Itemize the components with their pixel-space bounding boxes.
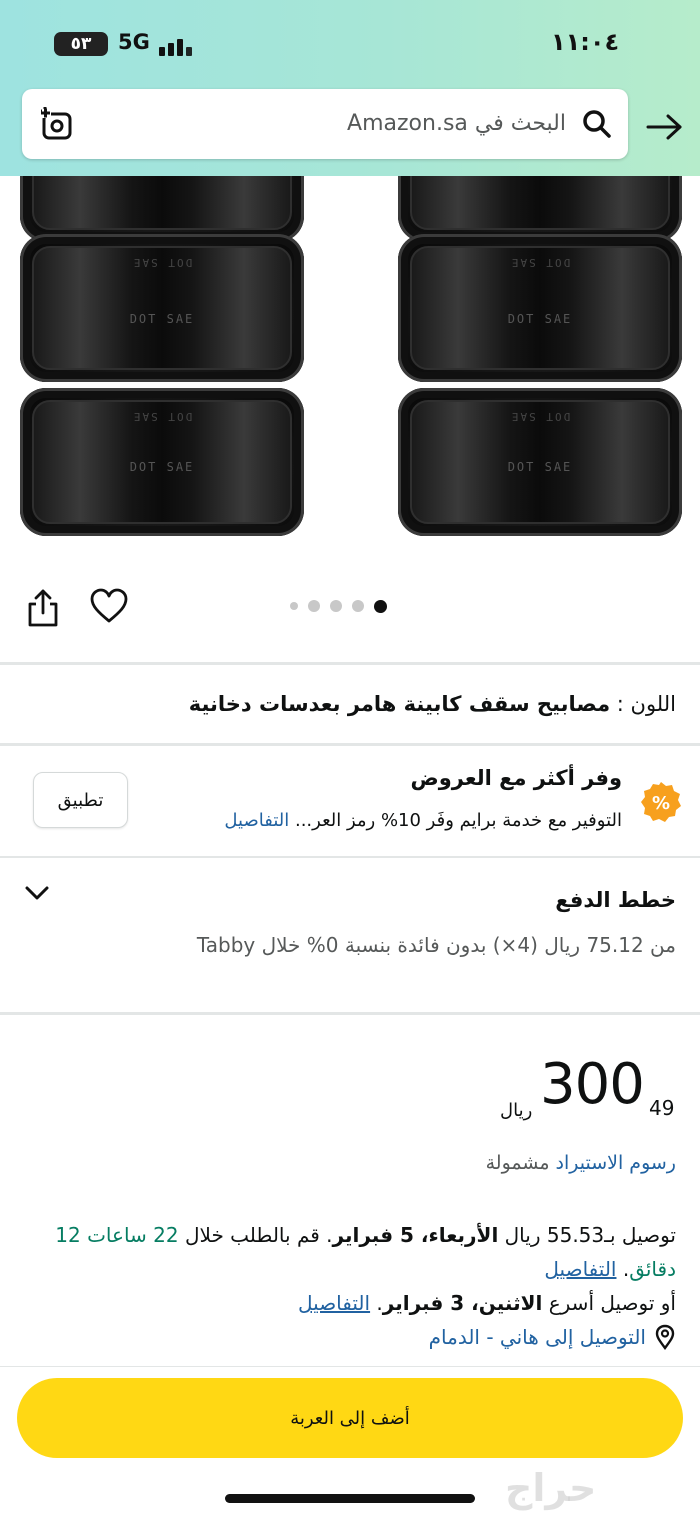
carousel-indicator — [290, 598, 387, 614]
carousel-dot[interactable] — [374, 599, 387, 613]
carousel-dot[interactable] — [352, 600, 364, 612]
status-bar: ٥٣ 5G ١١:٠٤ — [0, 22, 700, 62]
search-icon[interactable] — [580, 107, 614, 141]
price-whole: 300 — [540, 1052, 645, 1117]
home-indicator[interactable] — [225, 1494, 475, 1503]
delivery-details-link[interactable]: التفاصيل — [544, 1257, 616, 1281]
delivery-info: توصيل بـ55.53 ريال الأربعاء، 5 فبراير. ق… — [26, 1218, 676, 1360]
camera-search-icon[interactable] — [38, 105, 76, 143]
location-pin-icon — [655, 1324, 675, 1350]
lamp-marking: DOT SAE — [131, 256, 193, 269]
price-fraction: 49 — [649, 1096, 675, 1120]
payment-plans-section[interactable]: خطط الدفع من 75.12 ريال (4×) بدون فائدة … — [0, 858, 700, 1012]
divider — [0, 662, 700, 665]
lamp-marking: DOT SAE — [507, 460, 573, 474]
carousel-dot[interactable] — [308, 600, 320, 612]
status-time: ١١:٠٤ — [551, 28, 620, 56]
add-to-cart-button[interactable]: أضف إلى العربة — [17, 1378, 683, 1458]
import-fees: رسوم الاستيراد مشمولة — [486, 1152, 676, 1174]
delivery-order-within: . قم بالطلب خلال — [178, 1223, 333, 1247]
deliver-to-link[interactable]: التوصيل إلى هاني - الدمام — [429, 1320, 646, 1354]
lamp-image — [20, 176, 304, 242]
lamp-image — [398, 176, 682, 242]
divider — [0, 1366, 700, 1367]
share-icon[interactable] — [26, 588, 60, 628]
app-header: ٥٣ 5G ١١:٠٤ البحث في Amazon.sa — [0, 0, 700, 176]
delivery-separator: . — [370, 1291, 383, 1315]
search-placeholder: البحث في Amazon.sa — [347, 111, 566, 136]
lamp-marking: DOT SAE — [507, 312, 573, 326]
heart-icon[interactable] — [90, 588, 128, 624]
product-image-carousel[interactable]: DOT SAE DOT SAE DOT SAE DOT SAE DOT SAE … — [0, 176, 700, 566]
delivery-separator: . — [616, 1257, 630, 1281]
color-label: اللون : — [616, 692, 676, 716]
lamp-marking: DOT SAE — [509, 410, 571, 423]
fast-delivery-text: أو توصيل أسرع — [542, 1291, 676, 1315]
delivery-line-standard: توصيل بـ55.53 ريال الأربعاء، 5 فبراير. ق… — [26, 1218, 676, 1286]
chevron-down-icon[interactable] — [24, 884, 50, 902]
carousel-dot[interactable] — [290, 602, 298, 610]
offers-description-text: التوفير مع خدمة برايم وفَر 10% رمز العر.… — [294, 810, 622, 831]
lamp-marking: DOT SAE — [129, 312, 195, 326]
lamp-image: DOT SAE DOT SAE — [398, 234, 682, 382]
lamp-marking: DOT SAE — [131, 410, 193, 423]
carousel-dot[interactable] — [330, 600, 342, 612]
apply-offer-button[interactable]: تطبيق — [33, 772, 128, 828]
signal-icon — [159, 34, 197, 56]
watermark: حراج — [505, 1466, 597, 1510]
color-value: مصابيح سقف كابينة هامر بعدسات دخانية — [188, 692, 611, 716]
price-currency: ريال — [500, 1100, 533, 1121]
fast-delivery-details-link[interactable]: التفاصيل — [298, 1291, 370, 1315]
fast-delivery-date: الاثنين، 3 فبراير — [382, 1291, 543, 1315]
payment-plans-description: من 75.12 ريال (4×) بدون فائدة بنسبة 0% خ… — [196, 933, 676, 957]
delivery-line-fast: أو توصيل أسرع الاثنين، 3 فبراير. التفاصي… — [26, 1286, 676, 1320]
svg-text:%: % — [652, 793, 670, 814]
image-actions — [0, 566, 700, 662]
back-arrow-icon[interactable] — [644, 108, 684, 146]
deliver-to-row[interactable]: التوصيل إلى هاني - الدمام — [26, 1320, 676, 1360]
battery-indicator: ٥٣ — [54, 32, 108, 56]
delivery-price-text: توصيل بـ55.53 ريال — [498, 1223, 676, 1247]
offers-section: % وفر أكثر مع العروض التوفير مع خدمة برا… — [0, 746, 700, 856]
offers-title: وفر أكثر مع العروض — [410, 766, 623, 790]
network-type: 5G — [118, 30, 150, 54]
lamp-marking: DOT SAE — [509, 256, 571, 269]
import-fees-text: مشمولة — [485, 1152, 550, 1174]
lamp-marking: DOT SAE — [129, 460, 195, 474]
delivery-date: الأربعاء، 5 فبراير — [332, 1223, 499, 1247]
lamp-image: DOT SAE DOT SAE — [20, 234, 304, 382]
search-input[interactable]: البحث في Amazon.sa — [22, 89, 628, 159]
offers-details-link[interactable]: التفاصيل — [224, 810, 289, 831]
percent-badge-icon: % — [641, 782, 681, 822]
import-fees-link[interactable]: رسوم الاستيراد — [556, 1152, 676, 1174]
divider — [0, 1012, 700, 1015]
color-selection[interactable]: اللون : مصابيح سقف كابينة هامر بعدسات دخ… — [0, 666, 700, 744]
lamp-image: DOT SAE DOT SAE — [20, 388, 304, 536]
offers-description: التوفير مع خدمة برايم وفَر 10% رمز العر.… — [224, 810, 622, 831]
payment-plans-title: خطط الدفع — [555, 888, 676, 912]
lamp-image: DOT SAE DOT SAE — [398, 388, 682, 536]
